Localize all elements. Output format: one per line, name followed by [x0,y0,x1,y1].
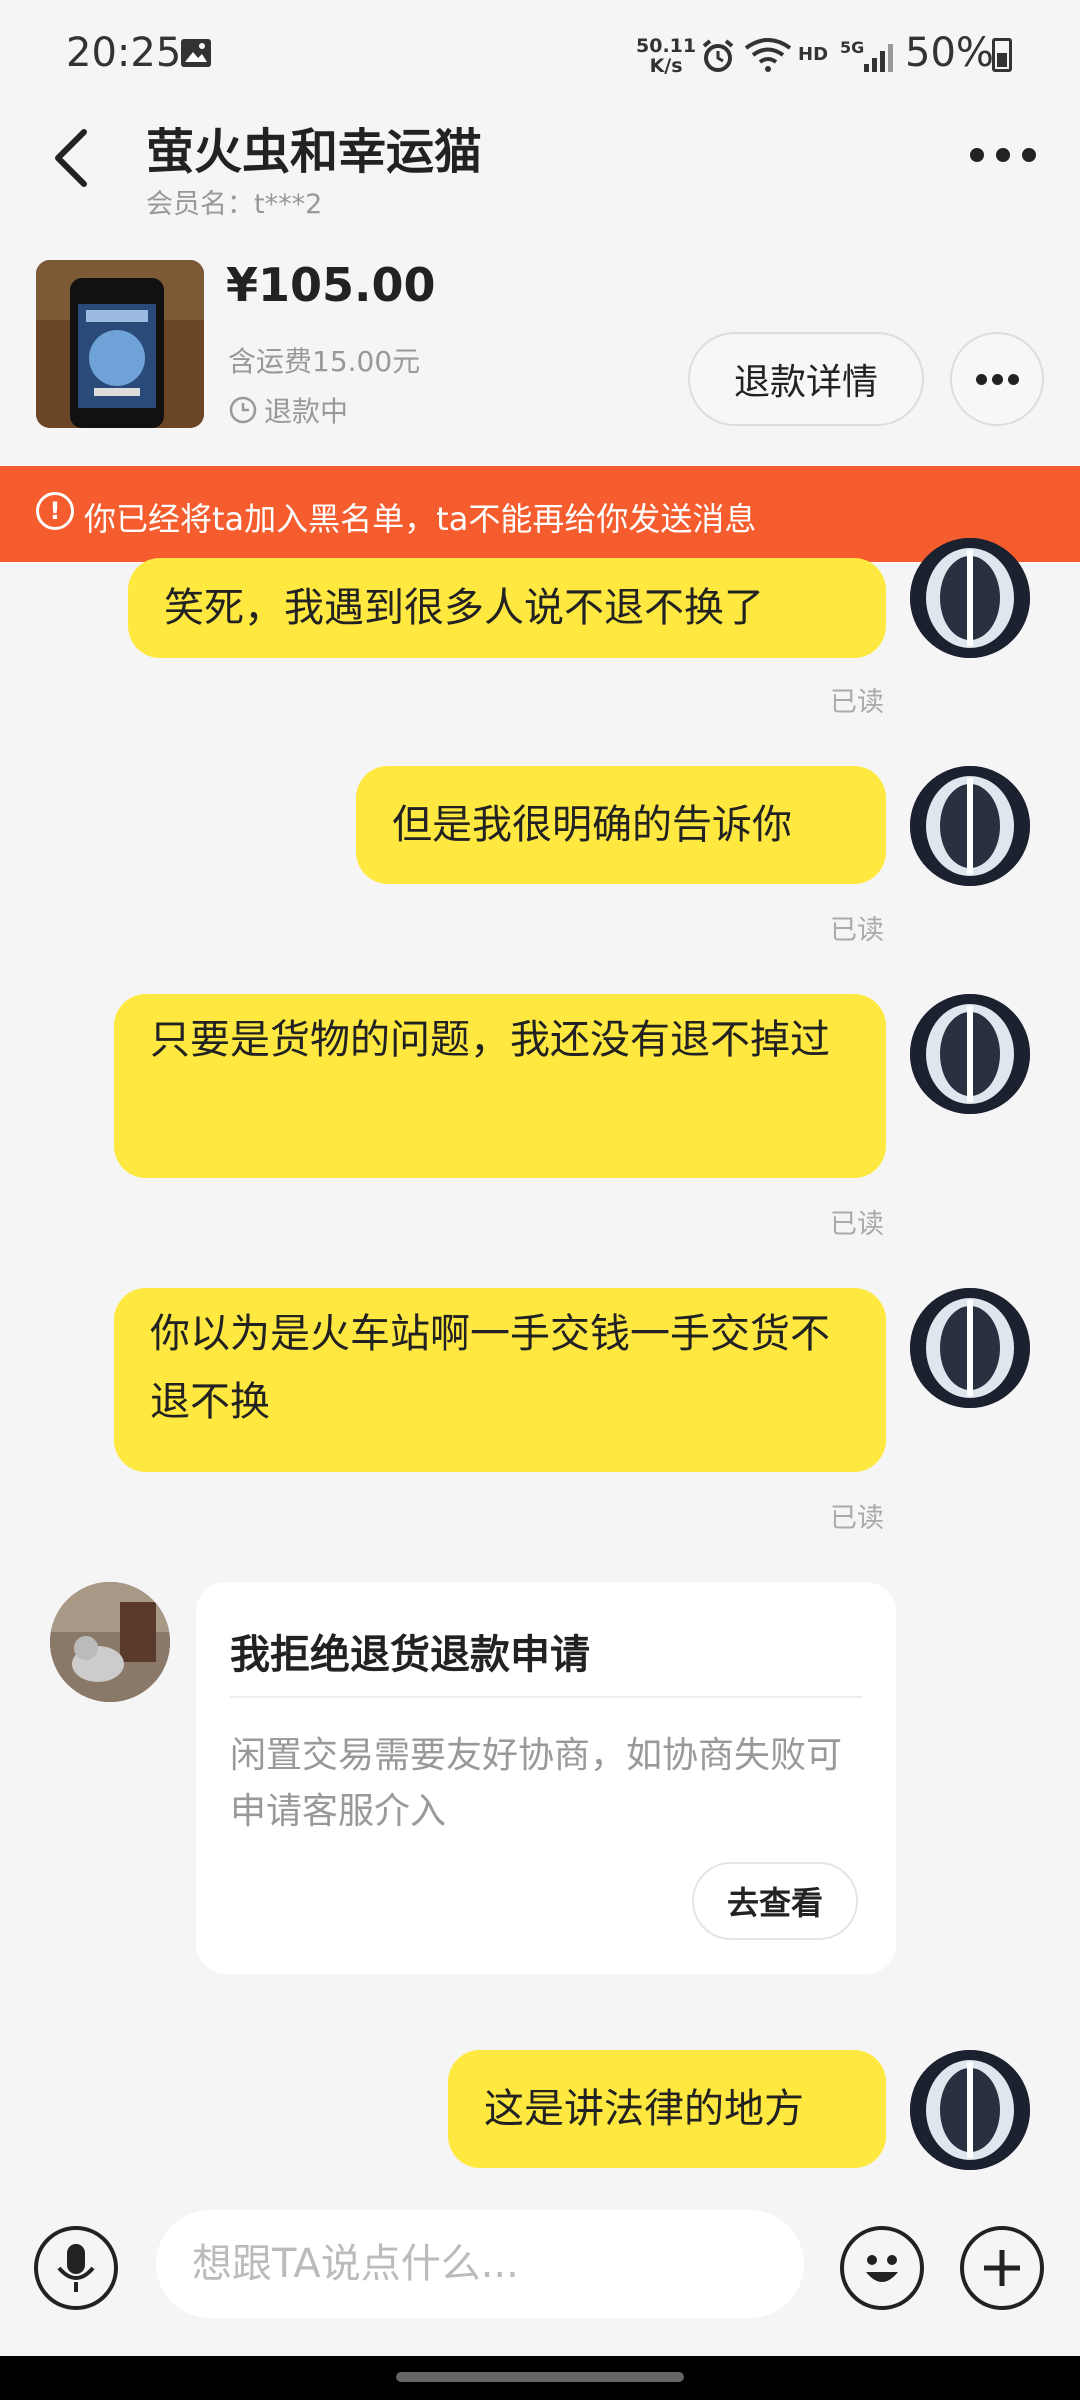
battery-icon [992,38,1012,72]
microphone-icon[interactable] [34,2226,118,2310]
shipping-fee: 含运费15.00元 [228,345,421,378]
member-name: 会员名：t***2 [146,189,323,220]
emoji-glyph [866,2255,898,2282]
card-description: 闲置交易需要友好协商，如协商失败可申请客服介入 [230,1735,843,1832]
card-title: 我拒绝退货退款申请 [230,1632,590,1678]
message-bubble[interactable]: 笑死，我遇到很多人说不退不换了 [128,558,886,658]
avatar-image [910,2050,1030,2170]
read-status: 已读 [830,687,884,718]
message-bubble[interactable]: 但是我很明确的告诉你 [356,766,886,884]
avatar-image [910,766,1030,886]
back-arrow-icon[interactable] [48,126,98,190]
product-more-button[interactable] [950,332,1044,426]
avatar-image [910,538,1030,658]
alert-icon: ! [36,492,74,530]
banner-text: 你已经将ta加入黑名单，ta不能再给你发送消息 [84,500,757,538]
message-bubble[interactable]: 这是讲法律的地方 [448,2050,886,2168]
product-image [36,260,204,428]
page-title: 萤火虫和幸运猫 [146,124,483,180]
message-text: 笑死，我遇到很多人说不退不换了 [164,585,764,631]
signal-label: 5G [840,38,865,57]
clock-icon [229,396,257,424]
avatar[interactable] [910,766,1030,886]
message-bubble[interactable]: 你以为是火车站啊一手交钱一手交货不退不换 [114,1288,886,1472]
read-status: 已读 [830,1503,884,1534]
message-text: 你以为是火车站啊一手交钱一手交货不退不换 [150,1311,830,1425]
avatar-image [910,994,1030,1114]
read-status: 已读 [830,915,884,946]
network-label: HD [798,44,829,65]
emoji-icon[interactable] [840,2226,924,2310]
home-indicator[interactable] [396,2372,684,2382]
blacklist-banner: ! 你已经将ta加入黑名单，ta不能再给你发送消息 [0,466,1080,562]
avatar-image [910,1288,1030,1408]
status-bar: 20:25 50.11 K/s HD 5G 50% [0,0,1080,100]
view-button[interactable]: 去查看 [692,1862,858,1940]
refund-details-button[interactable]: 退款详情 [688,332,924,426]
signal-icon [864,44,893,72]
order-status: 退款中 [228,390,348,430]
read-status: 已读 [830,1209,884,1240]
message-input[interactable] [156,2210,804,2318]
avatar-image [50,1582,170,1702]
message-text: 但是我很明确的告诉你 [392,802,792,848]
seller-avatar[interactable] [50,1582,170,1702]
card-divider [230,1696,862,1698]
image-icon [181,39,211,67]
refund-rejection-card[interactable]: 我拒绝退货退款申请 闲置交易需要友好协商，如协商失败可申请客服介入 去查看 [196,1582,896,1974]
message-text: 只要是货物的问题，我还没有退不掉过 [150,1017,830,1063]
message-text: 这是讲法律的地方 [484,2086,804,2132]
product-thumbnail[interactable] [36,260,204,428]
avatar[interactable] [910,994,1030,1114]
input-bar [0,2180,1080,2356]
microphone-glyph [57,2244,95,2292]
plus-glyph [984,2250,1020,2286]
battery-percent: 50% [905,30,994,76]
wifi-icon [744,38,792,72]
more-icon[interactable] [970,148,1036,166]
avatar[interactable] [910,2050,1030,2170]
status-text: 退款中 [264,395,349,428]
plus-icon[interactable] [960,2226,1044,2310]
message-bubble[interactable]: 只要是货物的问题，我还没有退不掉过 [114,994,886,1178]
status-time: 20:25 [66,30,182,76]
alarm-icon [702,39,734,72]
net-speed: 50.11 K/s [636,35,697,77]
avatar[interactable] [910,538,1030,658]
avatar[interactable] [910,1288,1030,1408]
product-price: ¥105.00 [226,258,436,312]
system-nav-bar [0,2356,1080,2400]
